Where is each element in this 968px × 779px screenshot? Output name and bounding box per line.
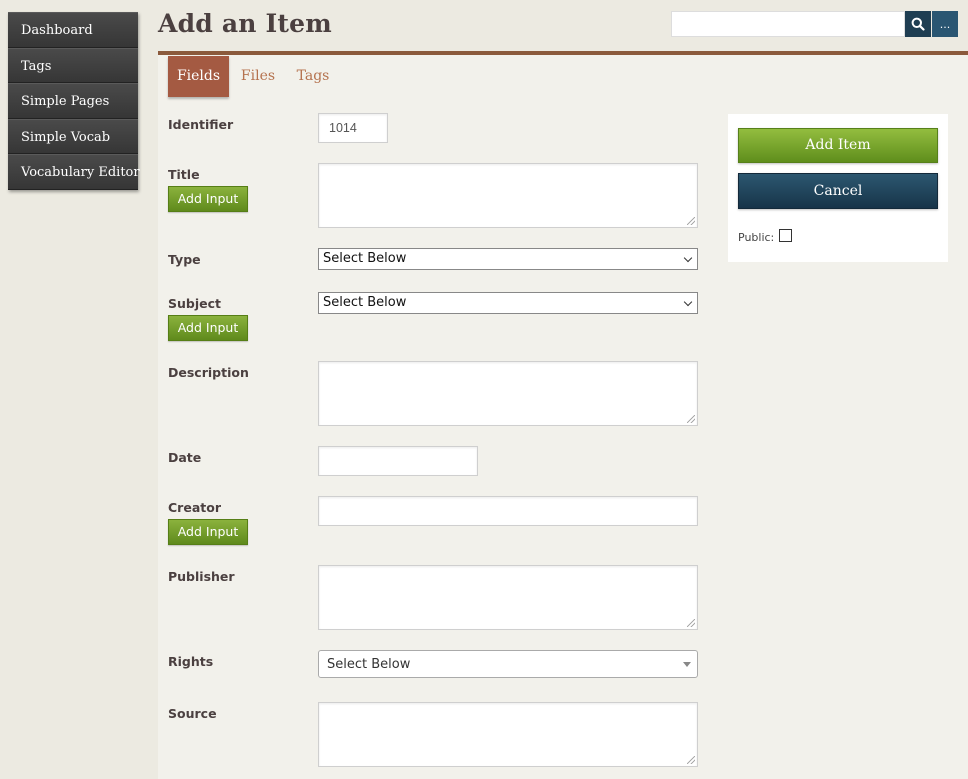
chevron-down-icon <box>683 253 693 263</box>
dropdown-arrow-icon <box>683 662 691 667</box>
sidebar-nav: Dashboard Tags Simple Pages Simple Vocab… <box>8 12 140 190</box>
search-input[interactable] <box>671 11 905 37</box>
type-label: Type <box>168 252 201 267</box>
tab-fields[interactable]: Fields <box>168 56 229 97</box>
title-add-input-button[interactable]: Add Input <box>168 186 248 212</box>
identifier-label: Identifier <box>168 117 234 132</box>
description-label: Description <box>168 365 249 380</box>
tab-tags[interactable]: Tags <box>294 56 332 97</box>
resize-grip-icon[interactable] <box>687 756 695 764</box>
title-textarea[interactable] <box>318 163 698 228</box>
resize-grip-icon[interactable] <box>687 619 695 627</box>
sidebar-item-dashboard[interactable]: Dashboard <box>8 12 138 48</box>
subject-add-input-button[interactable]: Add Input <box>168 315 248 341</box>
creator-add-input-button[interactable]: Add Input <box>168 519 248 545</box>
subject-select[interactable]: Select Below <box>318 292 698 314</box>
search-icon <box>911 17 925 31</box>
date-field[interactable] <box>318 446 478 476</box>
rights-select[interactable]: Select Below <box>318 650 698 678</box>
source-label: Source <box>168 706 217 721</box>
sidebar-item-simple-pages[interactable]: Simple Pages <box>8 83 138 119</box>
more-options-button[interactable]: ... <box>932 11 958 37</box>
subject-select-value: Select Below <box>323 295 407 310</box>
date-label: Date <box>168 450 202 465</box>
add-item-button[interactable]: Add Item <box>738 128 938 163</box>
creator-field[interactable] <box>318 496 698 526</box>
resize-grip-icon[interactable] <box>687 217 695 225</box>
source-textarea[interactable] <box>318 702 698 767</box>
publisher-textarea[interactable] <box>318 565 698 630</box>
rights-select-value: Select Below <box>327 657 411 672</box>
search-button[interactable] <box>905 11 931 37</box>
subject-label: Subject <box>168 296 221 311</box>
page-title: Add an Item <box>158 9 332 38</box>
creator-label: Creator <box>168 500 221 515</box>
identifier-field[interactable] <box>318 113 388 143</box>
rights-label: Rights <box>168 654 214 669</box>
chevron-down-icon <box>683 297 693 307</box>
sidebar-item-vocabulary-editor[interactable]: Vocabulary Editor <box>8 154 140 190</box>
description-textarea[interactable] <box>318 361 698 426</box>
title-label: Title <box>168 167 200 182</box>
public-checkbox[interactable] <box>779 229 792 242</box>
type-select-value: Select Below <box>323 251 407 266</box>
type-select[interactable]: Select Below <box>318 248 698 270</box>
publisher-label: Publisher <box>168 569 235 584</box>
public-label: Public: <box>738 231 775 244</box>
sidebar-item-tags[interactable]: Tags <box>8 47 138 83</box>
resize-grip-icon[interactable] <box>687 415 695 423</box>
sidebar-item-simple-vocab[interactable]: Simple Vocab <box>8 118 138 154</box>
cancel-button[interactable]: Cancel <box>738 173 938 209</box>
tab-files[interactable]: Files <box>238 56 278 97</box>
